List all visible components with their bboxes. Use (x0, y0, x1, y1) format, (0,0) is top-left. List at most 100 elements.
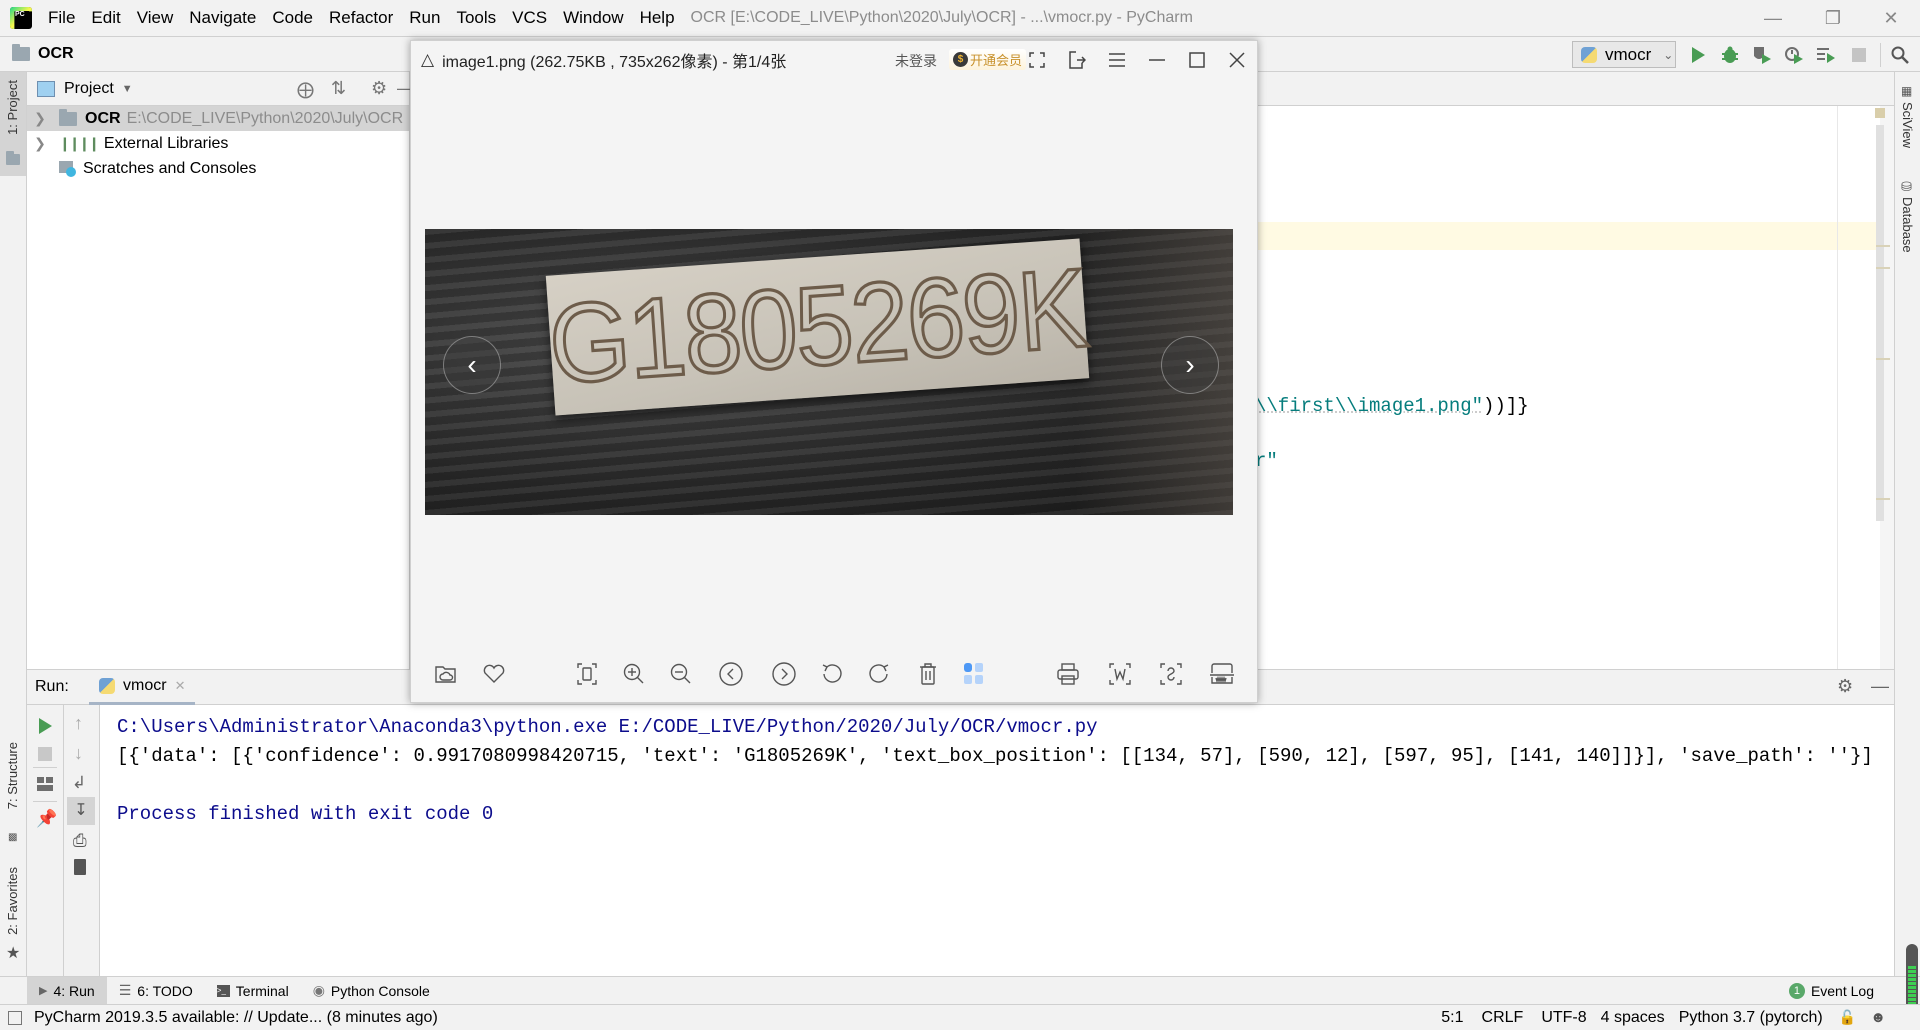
up-arrow-icon[interactable]: ↑ (74, 713, 83, 734)
favorite-heart-icon[interactable] (481, 661, 507, 687)
pin-icon[interactable]: 📌 (36, 809, 57, 829)
project-panel-header: Project ▼ ⨁ ⇅ ⚙ — (27, 72, 415, 106)
menu-navigate[interactable]: Navigate (189, 8, 256, 28)
tab-todo[interactable]: ☰ 6: TODO (107, 977, 205, 1005)
chevron-right-icon[interactable]: ❯ (31, 110, 49, 127)
delete-icon[interactable] (915, 661, 941, 687)
previous-icon[interactable] (718, 661, 744, 687)
run-with-coverage-button[interactable] (1750, 43, 1774, 67)
console-line: Process finished with exit code 0 (117, 803, 494, 825)
toggle-tool-windows-icon[interactable] (8, 1010, 22, 1025)
previous-image-button[interactable]: ‹ (443, 336, 501, 394)
menu-icon[interactable] (1105, 48, 1129, 72)
run-configuration-select[interactable]: vmocr ⌄ (1572, 41, 1676, 68)
zoom-in-icon[interactable] (621, 661, 647, 687)
gear-icon[interactable]: ⚙ (371, 78, 387, 99)
status-message[interactable]: PyCharm 2019.3.5 available: // Update...… (34, 1009, 438, 1027)
cloud-folder-icon[interactable] (433, 661, 459, 687)
profile-button[interactable] (1782, 43, 1806, 67)
run-button[interactable] (1686, 43, 1710, 67)
tool-window-project[interactable]: 1: Project (0, 72, 26, 176)
gear-icon[interactable]: ⚙ (1837, 676, 1853, 697)
scrollbar-thumb[interactable] (1876, 125, 1884, 521)
tool-window-sciview[interactable]: ▦ SciView (1895, 82, 1920, 152)
chevron-down-icon[interactable]: ▼ (122, 83, 133, 95)
indent-setting[interactable]: 4 spaces (1601, 1009, 1665, 1027)
down-arrow-icon[interactable]: ↓ (74, 743, 83, 764)
run-concurrency-button[interactable] (1814, 43, 1838, 67)
menu-vcs[interactable]: VCS (512, 8, 547, 28)
search-everywhere-icon[interactable] (1888, 43, 1912, 67)
file-encoding[interactable]: UTF-8 (1541, 1009, 1586, 1027)
login-link[interactable]: 未登录 (895, 51, 937, 71)
close-tab-icon[interactable]: ✕ (175, 678, 186, 694)
minimize-viewer-button[interactable] (1145, 48, 1169, 72)
tab-python-console[interactable]: ◉ Python Console (301, 977, 442, 1005)
breadcrumb[interactable]: OCR (12, 44, 74, 63)
scroll-to-end-icon[interactable]: ↧ (67, 797, 95, 825)
tab-terminal[interactable]: >_ Terminal (205, 977, 301, 1005)
run-toolbar-primary: 📌 (27, 705, 64, 977)
inspection-status-icon[interactable] (1875, 108, 1885, 118)
restore-layout-button[interactable] (37, 777, 53, 796)
zoom-out-icon[interactable] (668, 661, 694, 687)
lock-icon[interactable]: 🔓 (1839, 1009, 1856, 1026)
locate-file-icon[interactable]: ⨁ (297, 80, 314, 100)
python-interpreter[interactable]: Python 3.7 (pytorch) (1679, 1009, 1823, 1027)
thumbnail-grid-icon[interactable] (961, 661, 987, 687)
restore-window-button[interactable]: ❐ (1804, 0, 1862, 36)
stop-button[interactable] (1847, 43, 1871, 67)
run-config-label: vmocr (1605, 44, 1652, 64)
collapse-all-icon[interactable]: ⇅ (331, 78, 346, 99)
minimize-window-button[interactable]: — (1744, 0, 1802, 36)
menu-refactor[interactable]: Refactor (329, 8, 393, 28)
hide-panel-icon[interactable]: — (1871, 676, 1889, 697)
memory-indicator[interactable] (1906, 944, 1918, 1012)
menu-run[interactable]: Run (409, 8, 440, 28)
tool-window-database[interactable]: ⛁ Database (1895, 177, 1920, 267)
tool-window-structure[interactable]: 7: Structure ▩ (0, 742, 26, 852)
print-icon[interactable] (1055, 661, 1081, 687)
maximize-viewer-button[interactable] (1185, 48, 1209, 72)
menu-view[interactable]: View (137, 8, 174, 28)
close-window-button[interactable]: ✕ (1862, 0, 1920, 36)
rotate-left-icon[interactable] (819, 661, 845, 687)
tool-window-favorites[interactable]: 2: Favorites ★ (0, 867, 26, 977)
stop-button[interactable] (38, 747, 52, 761)
to-word-icon[interactable] (1107, 661, 1133, 687)
fit-to-window-icon[interactable] (574, 661, 600, 687)
print-icon[interactable]: ⎙ (73, 831, 87, 851)
project-view-select[interactable]: Project (64, 80, 114, 98)
menu-help[interactable]: Help (640, 8, 675, 28)
soft-wrap-icon[interactable]: ↲ (72, 773, 86, 793)
next-icon[interactable] (771, 661, 797, 687)
menu-window[interactable]: Window (563, 8, 623, 28)
next-image-button[interactable]: › (1161, 336, 1219, 394)
open-with-icon[interactable] (1065, 48, 1089, 72)
rerun-button[interactable] (37, 717, 53, 740)
run-tab-vmocr[interactable]: vmocr ✕ (89, 670, 196, 705)
trash-icon[interactable] (74, 859, 86, 875)
tab-event-log[interactable]: 1 Event Log (1777, 977, 1886, 1005)
menu-code[interactable]: Code (272, 8, 313, 28)
rotate-right-icon[interactable] (866, 661, 892, 687)
fullscreen-icon[interactable] (1025, 48, 1049, 72)
close-viewer-button[interactable] (1225, 48, 1249, 72)
debug-button[interactable] (1718, 43, 1742, 67)
menu-edit[interactable]: Edit (91, 8, 120, 28)
scan-icon[interactable] (1209, 661, 1235, 687)
breadcrumb-project[interactable]: OCR (38, 45, 74, 63)
tab-run[interactable]: ▶ 4: Run (27, 976, 107, 1005)
menu-file[interactable]: File (48, 8, 75, 28)
right-tool-strip: ▦ SciView ⛁ Database (1894, 72, 1920, 976)
inspector-icon[interactable]: ☻ (1870, 1009, 1886, 1026)
line-separator[interactable]: CRLF (1482, 1009, 1524, 1027)
vip-button[interactable]: $ 开通会员 (949, 49, 1027, 70)
tree-item-external-libraries[interactable]: ❯ ❙❙❙❙ External Libraries (27, 131, 409, 156)
tree-item-ocr[interactable]: ❯ OCR E:\CODE_LIVE\Python\2020\July\OCR (27, 106, 409, 131)
caret-position[interactable]: 5:1 (1441, 1009, 1463, 1027)
tree-item-scratches[interactable]: Scratches and Consoles (27, 156, 409, 181)
chevron-right-icon[interactable]: ❯ (31, 135, 49, 152)
menu-tools[interactable]: Tools (456, 8, 496, 28)
text-recognition-icon[interactable] (1158, 661, 1184, 687)
